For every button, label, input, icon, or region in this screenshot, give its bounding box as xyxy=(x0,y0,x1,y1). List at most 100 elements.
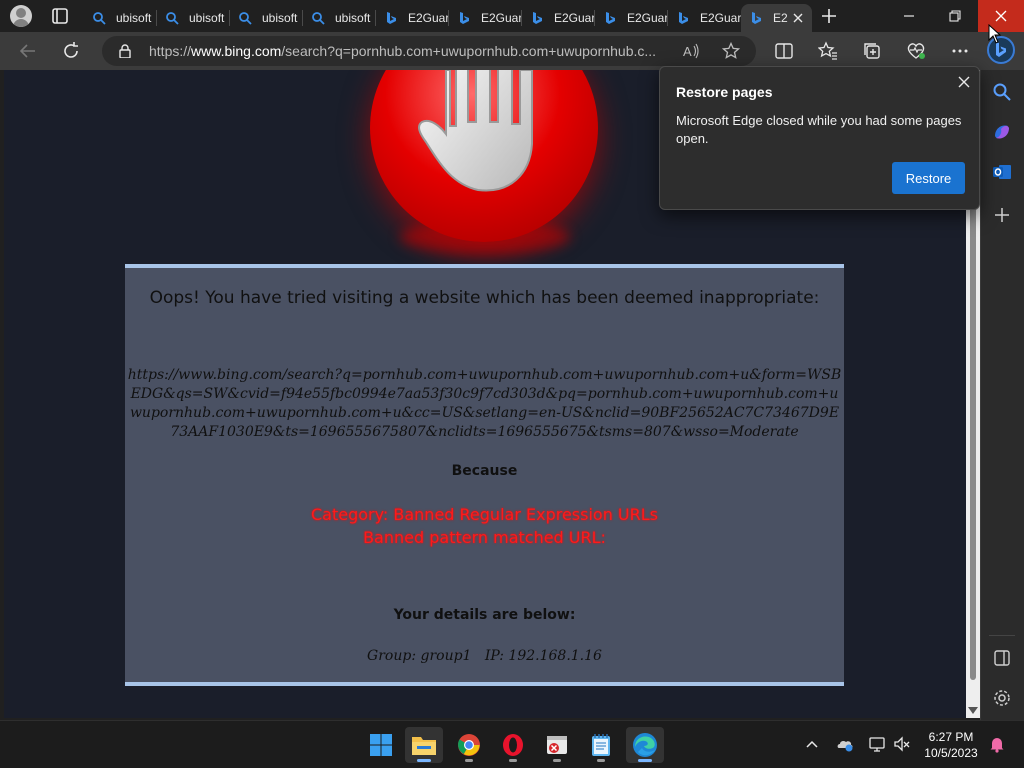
block-message-panel: Oops! You have tried visiting a website … xyxy=(125,264,844,686)
taskbar-edge[interactable] xyxy=(626,727,664,763)
clock-date: 10/5/2023 xyxy=(924,746,978,760)
minimize-icon xyxy=(904,15,914,17)
bing-icon xyxy=(533,12,542,24)
restore-down-icon xyxy=(949,10,961,22)
stop-hand-icon xyxy=(370,70,598,242)
read-aloud-icon[interactable]: A xyxy=(682,42,700,60)
because-label: Because xyxy=(451,463,518,479)
hide-sidebar-icon[interactable] xyxy=(992,648,1012,668)
search-icon[interactable] xyxy=(992,82,1012,102)
tab-label: E2Guard xyxy=(627,11,668,25)
tab-e2guard-4[interactable]: E2Guard xyxy=(595,4,668,32)
block-pattern: Banned pattern matched URL: xyxy=(363,528,606,547)
restore-button[interactable]: Restore xyxy=(892,162,965,194)
tab-ubisoft-4[interactable]: ubisoft xyxy=(303,4,376,32)
restore-pages-dialog: Restore pages Microsoft Edge closed whil… xyxy=(659,66,980,210)
tab-label: ubisoft xyxy=(116,11,152,25)
group-ip-text: Group: group1 IP: 192.168.1.16 xyxy=(367,648,602,664)
url-text[interactable]: https://www.bing.com/search?q=pornhub.co… xyxy=(149,43,671,59)
blocked-url: https://www.bing.com/search?q=pornhub.co… xyxy=(127,367,842,440)
hand-icon xyxy=(418,70,533,192)
tab-ubisoft-1[interactable]: ubisoft xyxy=(84,4,157,32)
bing-icon xyxy=(606,12,615,24)
tab-actions-icon[interactable] xyxy=(50,6,70,26)
search-icon xyxy=(312,12,325,25)
tab-close-icon[interactable] xyxy=(790,10,806,26)
address-bar[interactable]: https://www.bing.com/search?q=pornhub.co… xyxy=(102,36,756,66)
details-heading: Your details are below: xyxy=(393,607,576,623)
notepad-icon xyxy=(592,734,610,756)
tab-e2guard-3[interactable]: E2Guard xyxy=(522,4,595,32)
gear-icon[interactable] xyxy=(992,688,1012,708)
url-path: /search?q=pornhub.com+uwupornhub.com+uwu… xyxy=(281,43,657,59)
clock-time: 6:27 PM xyxy=(928,730,974,744)
new-tab-icon[interactable] xyxy=(820,7,838,25)
app-window-icon xyxy=(547,736,567,754)
restore-dialog-message: Microsoft Edge closed while you had some… xyxy=(676,113,962,146)
start-button[interactable] xyxy=(362,727,400,763)
opera-icon xyxy=(503,734,523,756)
tab-label: ubisoft xyxy=(262,11,298,25)
chrome-icon xyxy=(458,734,480,756)
search-icon xyxy=(93,12,106,25)
restore-down-button[interactable] xyxy=(932,0,978,32)
notification-bell-icon[interactable] xyxy=(988,735,1006,753)
search-icon xyxy=(166,12,179,25)
minimize-button[interactable] xyxy=(886,0,932,32)
block-reason: Category: Banned Regular Expression URLs… xyxy=(125,503,844,549)
chevron-up-icon[interactable] xyxy=(803,735,821,753)
tab-ubisoft-2[interactable]: ubisoft xyxy=(157,4,230,32)
tab-label: E2Guard xyxy=(554,11,595,25)
edge-icon xyxy=(633,733,657,757)
tab-e2guard-active[interactable]: E2 xyxy=(741,4,812,32)
more-options-icon[interactable] xyxy=(950,41,970,61)
tab-label: E2Guard xyxy=(408,11,449,25)
taskbar-opera[interactable] xyxy=(494,727,532,763)
split-screen-icon[interactable] xyxy=(774,41,794,61)
tab-label: E2Guard xyxy=(481,11,522,25)
url-domain: www.bing.com xyxy=(191,43,282,59)
volume-muted-icon[interactable] xyxy=(893,735,911,753)
bing-icon xyxy=(387,12,396,24)
tab-ubisoft-3[interactable]: ubisoft xyxy=(230,4,303,32)
collections-icon[interactable] xyxy=(862,41,882,61)
favorites-icon[interactable] xyxy=(818,41,838,61)
windows-logo-icon xyxy=(370,734,392,756)
bing-icon xyxy=(679,12,688,24)
tab-strip: ubisoft ubisoft ubisoft ubisoft E2Guard … xyxy=(0,0,1024,32)
tab-label: ubisoft xyxy=(335,11,371,25)
tab-e2guard-2[interactable]: E2Guard xyxy=(449,4,522,32)
block-heading: Oops! You have tried visiting a website … xyxy=(149,288,820,308)
tab-e2guard-1[interactable]: E2Guard xyxy=(376,4,449,32)
close-icon xyxy=(995,10,1007,22)
url-prefix: https:// xyxy=(149,43,192,59)
copilot-sidebar-icon[interactable] xyxy=(992,122,1012,142)
folder-icon xyxy=(412,737,436,755)
star-icon[interactable] xyxy=(722,42,740,60)
outlook-icon[interactable] xyxy=(992,162,1012,182)
scroll-down-arrow-icon[interactable] xyxy=(968,707,978,714)
back-arrow-icon[interactable] xyxy=(18,41,38,61)
mouse-cursor-icon xyxy=(988,24,1002,44)
close-icon[interactable] xyxy=(956,74,972,90)
add-icon[interactable] xyxy=(992,205,1012,225)
refresh-icon[interactable] xyxy=(61,41,81,61)
taskbar-notepad[interactable] xyxy=(582,727,620,763)
tab-label: E2Guard xyxy=(700,11,741,25)
tab-label: E2 xyxy=(773,11,788,25)
profile-avatar-icon[interactable] xyxy=(10,5,32,27)
network-icon[interactable] xyxy=(868,735,886,753)
restore-dialog-title: Restore pages xyxy=(676,84,773,100)
onedrive-icon[interactable] xyxy=(836,735,854,753)
bing-icon xyxy=(460,12,469,24)
lock-icon[interactable] xyxy=(118,44,132,58)
browser-essentials-icon[interactable] xyxy=(906,41,926,61)
windows-taskbar: 6:27 PM 10/5/2023 xyxy=(0,720,1024,768)
sidebar-divider xyxy=(989,635,1015,636)
system-clock[interactable]: 6:27 PM 10/5/2023 xyxy=(916,729,986,761)
tab-label: ubisoft xyxy=(189,11,225,25)
taskbar-app[interactable] xyxy=(538,727,576,763)
taskbar-chrome[interactable] xyxy=(450,727,488,763)
tab-e2guard-5[interactable]: E2Guard xyxy=(668,4,741,32)
taskbar-file-explorer[interactable] xyxy=(405,727,443,763)
